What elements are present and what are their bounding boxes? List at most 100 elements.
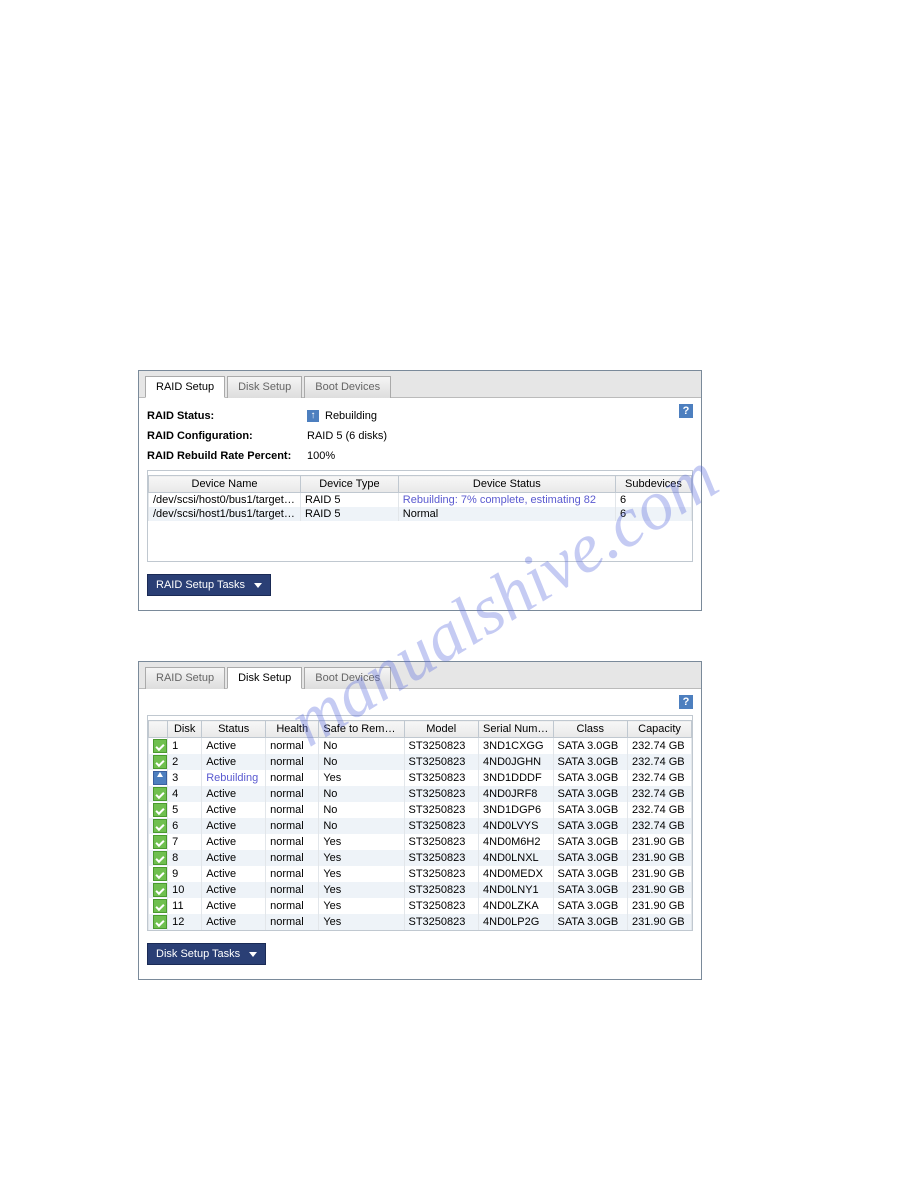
column-header[interactable]: Capacity (628, 721, 692, 738)
table-row[interactable]: 5ActivenormalNoST32508233ND1DGP6SATA 3.0… (149, 802, 692, 818)
cell: 232.74 GB (628, 754, 692, 770)
table-row[interactable]: 7ActivenormalYesST32508234ND0M6H2SATA 3.… (149, 834, 692, 850)
cell: 6 (168, 818, 202, 834)
cell: No (319, 754, 404, 770)
cell: 10 (168, 882, 202, 898)
column-header[interactable]: Health (266, 721, 319, 738)
column-header[interactable]: Device Name (149, 476, 301, 493)
cell: normal (266, 802, 319, 818)
disk-setup-panel: RAID SetupDisk SetupBoot Devices ? DiskS… (138, 661, 702, 980)
dropdown-arrow-icon (249, 952, 257, 957)
cell: SATA 3.0GB (553, 914, 628, 930)
p1-tab-boot-devices[interactable]: Boot Devices (304, 376, 391, 398)
cell: SATA 3.0GB (553, 850, 628, 866)
table-row[interactable]: 1ActivenormalNoST32508233ND1CXGGSATA 3.0… (149, 738, 692, 755)
table-row[interactable]: 9ActivenormalYesST32508234ND0MEDXSATA 3.… (149, 866, 692, 882)
raid-status-label: RAID Status: (147, 410, 307, 422)
cell: 3 (168, 770, 202, 786)
cell: normal (266, 914, 319, 930)
column-header[interactable]: Class (553, 721, 628, 738)
cell: 231.90 GB (628, 898, 692, 914)
tab-bar: RAID SetupDisk SetupBoot Devices (139, 371, 701, 398)
column-header[interactable]: Subdevices (615, 476, 691, 493)
help-icon[interactable]: ? (679, 404, 693, 418)
table-row[interactable]: 2ActivenormalNoST32508234ND0JGHNSATA 3.0… (149, 754, 692, 770)
cell: 232.74 GB (628, 738, 692, 755)
column-header[interactable]: Safe to Remove (319, 721, 404, 738)
cell: Yes (319, 898, 404, 914)
cell: ST3250823 (404, 738, 479, 755)
table-row[interactable]: 10ActivenormalYesST32508234ND0LNY1SATA 3… (149, 882, 692, 898)
cell: 12 (168, 914, 202, 930)
p2-tab-disk-setup[interactable]: Disk Setup (227, 667, 302, 689)
cell: SATA 3.0GB (553, 738, 628, 755)
check-icon (153, 739, 167, 753)
cell: Active (202, 834, 266, 850)
cell: 232.74 GB (628, 818, 692, 834)
table-row[interactable]: 4ActivenormalNoST32508234ND0JRF8SATA 3.0… (149, 786, 692, 802)
cell: 7 (168, 834, 202, 850)
cell: ST3250823 (404, 770, 479, 786)
raid-config-label: RAID Configuration: (147, 430, 307, 442)
cell: ST3250823 (404, 786, 479, 802)
p2-tab-raid-setup[interactable]: RAID Setup (145, 667, 225, 689)
cell: normal (266, 882, 319, 898)
cell: 8 (168, 850, 202, 866)
cell: Normal (398, 507, 615, 521)
table-row[interactable]: 8ActivenormalYesST32508234ND0LNXLSATA 3.… (149, 850, 692, 866)
table-row[interactable]: /dev/scsi/host0/bus1/target0/lu...RAID 5… (149, 493, 692, 508)
column-header[interactable]: Device Type (301, 476, 399, 493)
status-icon-cell (149, 770, 168, 786)
help-icon[interactable]: ? (679, 695, 693, 709)
cell: 4ND0LZKA (479, 898, 554, 914)
cell: Yes (319, 914, 404, 930)
table-row[interactable]: 3RebuildingnormalYesST32508233ND1DDDFSAT… (149, 770, 692, 786)
cell: 232.74 GB (628, 786, 692, 802)
cell: 232.74 GB (628, 770, 692, 786)
raid-config-value: RAID 5 (6 disks) (307, 430, 387, 442)
cell: 231.90 GB (628, 866, 692, 882)
p2-tab-boot-devices[interactable]: Boot Devices (304, 667, 391, 689)
cell: normal (266, 754, 319, 770)
table-row[interactable]: /dev/scsi/host1/bus1/target0/lu...RAID 5… (149, 507, 692, 521)
cell: Active (202, 802, 266, 818)
column-header[interactable]: Device Status (398, 476, 615, 493)
cell: SATA 3.0GB (553, 786, 628, 802)
cell: SATA 3.0GB (553, 882, 628, 898)
status-icon-cell (149, 802, 168, 818)
cell: SATA 3.0GB (553, 754, 628, 770)
p1-tab-disk-setup[interactable]: Disk Setup (227, 376, 302, 398)
status-icon-cell (149, 834, 168, 850)
column-header[interactable]: Disk (168, 721, 202, 738)
cell: 3ND1DGP6 (479, 802, 554, 818)
raid-setup-tasks-button[interactable]: RAID Setup Tasks (147, 574, 271, 596)
column-header[interactable]: Status (202, 721, 266, 738)
status-icon-cell (149, 754, 168, 770)
cell: ST3250823 (404, 818, 479, 834)
cell: 6 (615, 493, 691, 508)
cell: 2 (168, 754, 202, 770)
disk-setup-tasks-button[interactable]: Disk Setup Tasks (147, 943, 266, 965)
column-header[interactable]: Serial Number (479, 721, 554, 738)
check-icon (153, 835, 167, 849)
cell: SATA 3.0GB (553, 898, 628, 914)
table-row[interactable]: 12ActivenormalYesST32508234ND0LP2GSATA 3… (149, 914, 692, 930)
dropdown-arrow-icon (254, 583, 262, 588)
raid-rebuild-label: RAID Rebuild Rate Percent: (147, 450, 307, 462)
cell: RAID 5 (301, 493, 399, 508)
check-icon (153, 915, 167, 929)
column-header[interactable] (149, 721, 168, 738)
cell: 6 (615, 507, 691, 521)
status-icon-cell (149, 738, 168, 755)
cell: ST3250823 (404, 914, 479, 930)
cell: 11 (168, 898, 202, 914)
check-icon (153, 755, 167, 769)
table-row[interactable]: 6ActivenormalNoST32508234ND0LVYSSATA 3.0… (149, 818, 692, 834)
cell: SATA 3.0GB (553, 818, 628, 834)
table-row[interactable]: 11ActivenormalYesST32508234ND0LZKASATA 3… (149, 898, 692, 914)
column-header[interactable]: Model (404, 721, 479, 738)
cell: Yes (319, 770, 404, 786)
cell: normal (266, 898, 319, 914)
cell: No (319, 738, 404, 755)
p1-tab-raid-setup[interactable]: RAID Setup (145, 376, 225, 398)
